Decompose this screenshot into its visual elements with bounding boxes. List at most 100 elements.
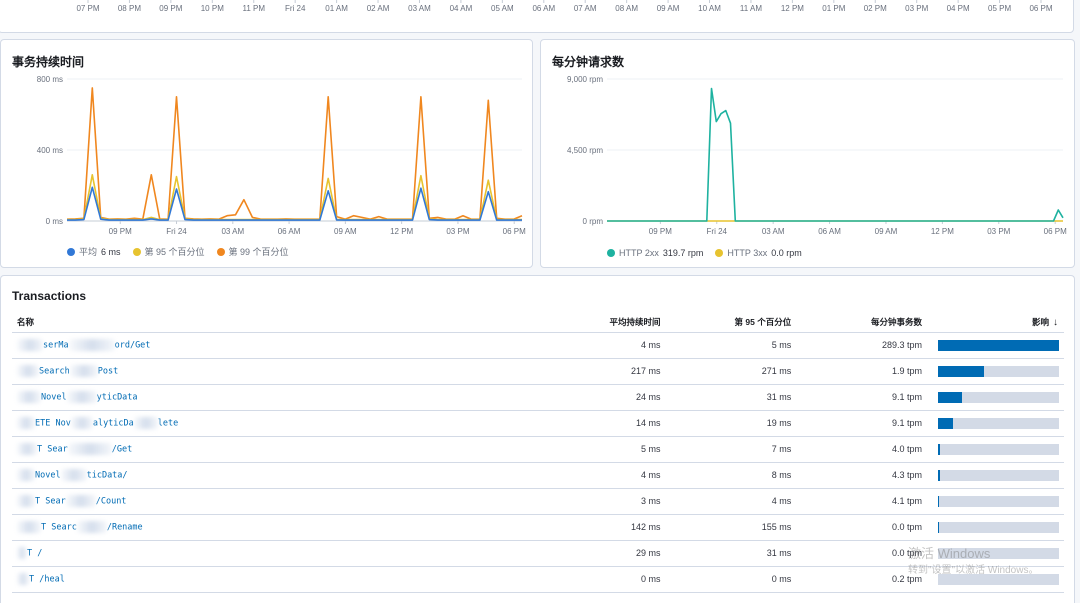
tpm-cell: 0.0 tpm [797,540,928,567]
transaction-name-link[interactable]: Search Post [12,358,531,385]
impact-bar [938,521,1059,533]
avg-duration-cell: 5 ms [530,436,667,463]
redacted-text [17,339,43,351]
transaction-duration-chart[interactable]: 800 ms 400 ms 0 ms 09 PM Fri 24 03 AM 06 AM 09 … [1,70,532,265]
transaction-name-part: T Sear [37,444,68,455]
column-header-avg-duration[interactable]: 平均持续时间 [530,312,667,333]
redacted-text [17,391,41,403]
redacted-text [133,417,158,429]
transaction-duration-panel: 事务持续时间 800 ms 400 ms 0 ms 09 PM Fri 24 03 AM 0… [0,39,533,268]
impact-cell [927,462,1064,489]
transaction-name-tail: /Count [95,496,127,507]
table-row[interactable]: Novel yticData 24 ms 31 ms 9.1 tpm [12,384,1064,411]
redacted-text [17,573,29,585]
transaction-name-part: T Searc [41,522,77,533]
transaction-name-part: serMa [43,340,69,351]
x-tick-label: 11 PM [242,4,265,13]
legend-item-http2xx[interactable]: HTTP 2xx 319.7 rpm [607,248,703,258]
transaction-name-tail: ticData/ [86,470,128,481]
x-tick-label: 09 PM [109,227,132,236]
legend-dot [67,247,75,256]
transaction-name-part: T /heal [29,574,65,585]
transaction-name-link[interactable]: T Sear/Get [12,436,531,463]
redacted-text [76,521,107,533]
impact-cell [927,566,1064,593]
tpm-cell: 289.3 tpm [797,332,928,359]
impact-cell [927,410,1064,437]
tpm-cell: 4.1 tpm [797,488,928,515]
x-tick-label: 03 AM [408,4,431,13]
table-row[interactable]: T Sear/Get 5 ms 7 ms 4.0 tpm [12,436,1064,463]
impact-bar-fill [938,417,953,429]
transaction-name-part: T / [27,548,43,559]
transactions-panel: Transactions 名称 平均持续时间 第 95 个百分位 每分钟事务数 … [0,275,1075,603]
p95-cell: 155 ms [666,514,798,541]
x-tick-label: 05 PM [988,4,1011,13]
transaction-name-link[interactable]: T Searc/Rename [12,514,531,541]
avg-duration-cell: 142 ms [530,514,667,541]
x-tick-label: Fri 24 [166,227,187,236]
redacted-text [17,495,35,507]
legend-item-http3xx[interactable]: HTTP 3xx 0.0 rpm [715,248,802,258]
x-tick-label: 06 PM [1044,227,1067,236]
x-tick-label: 03 PM [905,4,928,13]
table-row[interactable]: Novel ticData/4 ms 8 ms 4.3 tpm [12,462,1064,489]
impact-bar-fill [938,365,984,377]
transaction-name-link[interactable]: serMa ord/Get [12,332,531,359]
x-tick-label: 07 PM [76,4,99,13]
x-tick-label: 03 AM [762,227,785,236]
tpm-cell: 4.0 tpm [797,436,928,463]
table-row[interactable]: Search Post 217 ms 271 ms 1.9 tpm [12,358,1064,385]
transaction-name-tail: alyticDa [92,418,134,429]
legend-value: 0.0 rpm [771,248,802,258]
impact-bar [938,417,1059,429]
impact-bar-fill [938,339,1059,351]
x-tick-label: 03 PM [446,227,469,236]
tpm-cell: 9.1 tpm [797,384,928,411]
table-row[interactable]: T / 29 ms 31 ms 0.0 tpm [12,540,1064,567]
x-tick-label: 02 PM [864,4,887,13]
transaction-name-link[interactable]: Novel ticData/ [12,462,531,489]
transaction-name-link[interactable]: T Sear/Count [12,488,531,515]
series-line [66,87,523,220]
impact-bar-fill [938,495,940,507]
transaction-name-tail: /Get [111,444,133,455]
impact-bar-fill [938,443,941,455]
column-header-tpm[interactable]: 每分钟事务数 [797,312,928,333]
x-tick-label: 01 AM [325,4,348,13]
redacted-text [67,443,112,455]
redacted-text [68,339,115,351]
legend-item-avg[interactable]: 平均 6 ms [67,245,121,258]
top-chart-axis: 07 PM 08 PM 09 PM 10 PM 11 PM Fri 24 01 AM 02 A… [76,0,1053,13]
redacted-text [65,495,96,507]
column-header-name[interactable]: 名称 [12,312,531,333]
x-tick-label: 09 AM [875,227,898,236]
x-tick-label: 03 AM [221,227,244,236]
table-row[interactable]: T Sear/Count 3 ms 4 ms 4.1 tpm [12,488,1064,515]
tpm-cell: 0.0 tpm [797,514,928,541]
p95-cell: 8 ms [666,462,798,489]
table-row[interactable]: T Searc/Rename 142 ms 155 ms 0.0 tpm [12,514,1064,541]
impact-bar [938,469,1059,481]
requests-per-minute-chart[interactable]: 9,000 rpm 4,500 rpm 0 rpm 09 PM Fri 24 03 AM 0… [541,70,1074,265]
transaction-name-link[interactable]: Novel yticData [12,384,531,411]
transaction-name-link[interactable]: T /heal [12,566,531,593]
legend-item-p99[interactable]: 第 99 个百分位 [216,245,289,258]
p95-cell: 271 ms [666,358,798,385]
panel-title: Transactions [12,289,87,303]
p95-cell: 4 ms [666,488,798,515]
top-chart-strip: 07 PM 08 PM 09 PM 10 PM 11 PM Fri 24 01 AM 02 A… [0,0,1074,33]
transaction-name-link[interactable]: ETE Nov alyticDa lete [12,410,531,437]
transaction-name-link[interactable]: T / [12,540,531,567]
column-header-p95[interactable]: 第 95 个百分位 [666,312,798,333]
table-row[interactable]: T /heal 0 ms 0 ms 0.2 tpm [12,566,1064,593]
transaction-name-tail: ord/Get [114,340,151,351]
table-row[interactable]: ETE Nov alyticDa lete 14 ms 19 ms 9.1 tpm [12,410,1064,437]
table-row[interactable]: serMa ord/Get 4 ms 5 ms 289.3 tpm [12,332,1064,359]
impact-label: 影响 [1031,316,1049,327]
y-tick-label: 400 ms [37,146,63,155]
legend-item-p95[interactable]: 第 95 个百分位 [132,245,205,258]
sort-down-icon: ↓ [1053,316,1058,328]
x-tick-label: 06 PM [503,227,526,236]
column-header-impact[interactable]: 影响 ↓ [927,312,1064,333]
